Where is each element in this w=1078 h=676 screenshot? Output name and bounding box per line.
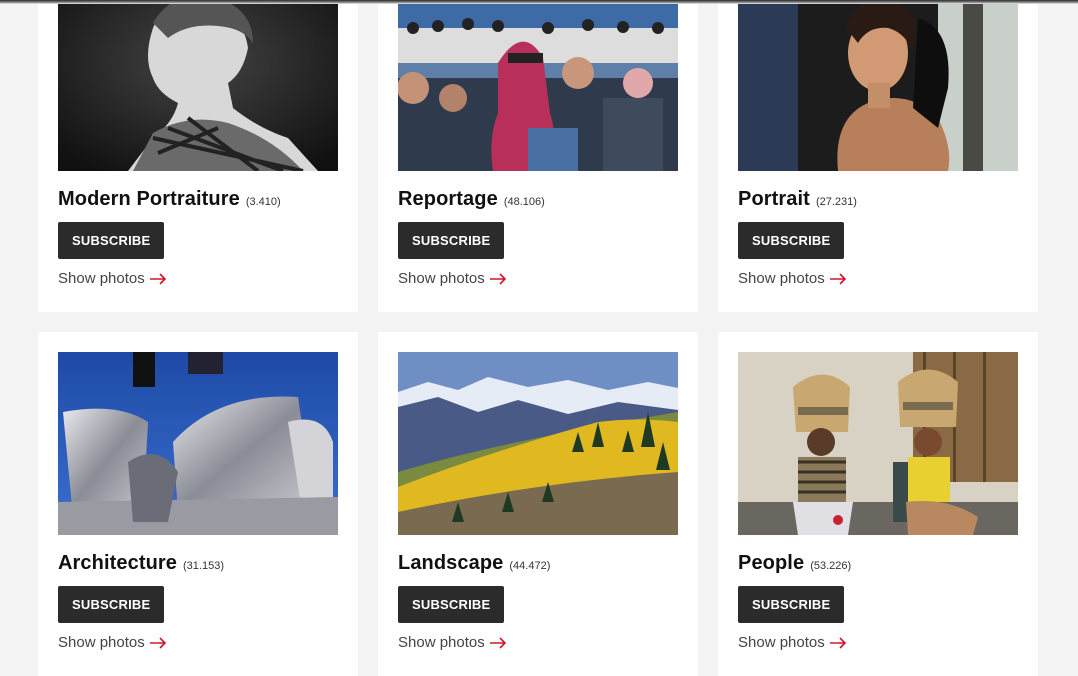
category-title[interactable]: Landscape [398,552,503,575]
subscribe-button[interactable]: SUBSCRIBE [58,586,165,623]
photo-count: (53.226) [810,560,852,572]
show-photos-label: Show photos [398,270,485,287]
category-title-row: Portrait (27.231) [738,188,1018,211]
category-photo[interactable] [398,352,678,535]
category-card-portrait: Portrait (27.231) SUBSCRIBE Show photos [718,0,1038,312]
show-photos-link[interactable]: Show photos [738,270,1018,287]
category-card-landscape: Landscape (44.472) SUBSCRIBE Show photos [378,332,698,676]
subscribe-button[interactable]: SUBSCRIBE [398,222,505,259]
category-card-reportage: Reportage (48.106) SUBSCRIBE Show photos [378,0,698,312]
category-title-row: Reportage (48.106) [398,188,678,211]
subscribe-button[interactable]: SUBSCRIBE [738,586,845,623]
show-photos-label: Show photos [58,270,145,287]
photo-count: (44.472) [509,560,551,572]
category-title-row: Modern Portraiture (3.410) [58,188,338,211]
subscribe-button[interactable]: SUBSCRIBE [58,222,165,259]
category-title[interactable]: Modern Portraiture [58,188,240,211]
arrow-right-icon [149,636,166,649]
category-title[interactable]: People [738,552,804,575]
category-card-people: People (53.226) SUBSCRIBE Show photos [718,332,1038,676]
show-photos-label: Show photos [738,634,825,651]
category-grid: Modern Portraiture (3.410) SUBSCRIBE Sho… [38,0,1038,676]
category-title[interactable]: Portrait [738,188,810,211]
category-photo[interactable] [58,352,338,535]
photo-count: (27.231) [815,196,857,208]
arrow-right-icon [829,636,846,649]
category-card-modern-portraiture: Modern Portraiture (3.410) SUBSCRIBE Sho… [38,0,358,312]
category-photo[interactable] [58,0,338,171]
arrow-right-icon [829,272,846,285]
show-photos-link[interactable]: Show photos [398,270,678,287]
show-photos-label: Show photos [58,634,145,651]
show-photos-link[interactable]: Show photos [398,634,678,651]
arrow-right-icon [149,272,166,285]
subscribe-button[interactable]: SUBSCRIBE [738,222,845,259]
photo-count: (48.106) [503,196,545,208]
subscribe-button[interactable]: SUBSCRIBE [398,586,505,623]
category-card-architecture: Architecture (31.153) SUBSCRIBE Show pho… [38,332,358,676]
top-shadow-bar [0,0,1078,4]
arrow-right-icon [489,636,506,649]
show-photos-link[interactable]: Show photos [58,270,338,287]
photo-count: (3.410) [245,196,281,208]
arrow-right-icon [489,272,506,285]
category-photo[interactable] [738,0,1018,171]
show-photos-label: Show photos [738,270,825,287]
category-title[interactable]: Reportage [398,188,498,211]
category-photo[interactable] [738,352,1018,535]
category-title[interactable]: Architecture [58,552,177,575]
category-photo[interactable] [398,0,678,171]
photo-count: (31.153) [183,560,224,572]
show-photos-link[interactable]: Show photos [738,634,1018,651]
show-photos-link[interactable]: Show photos [58,634,338,651]
show-photos-label: Show photos [398,634,485,651]
category-title-row: Architecture (31.153) [58,552,338,575]
category-title-row: Landscape (44.472) [398,552,678,575]
category-title-row: People (53.226) [738,552,1018,575]
